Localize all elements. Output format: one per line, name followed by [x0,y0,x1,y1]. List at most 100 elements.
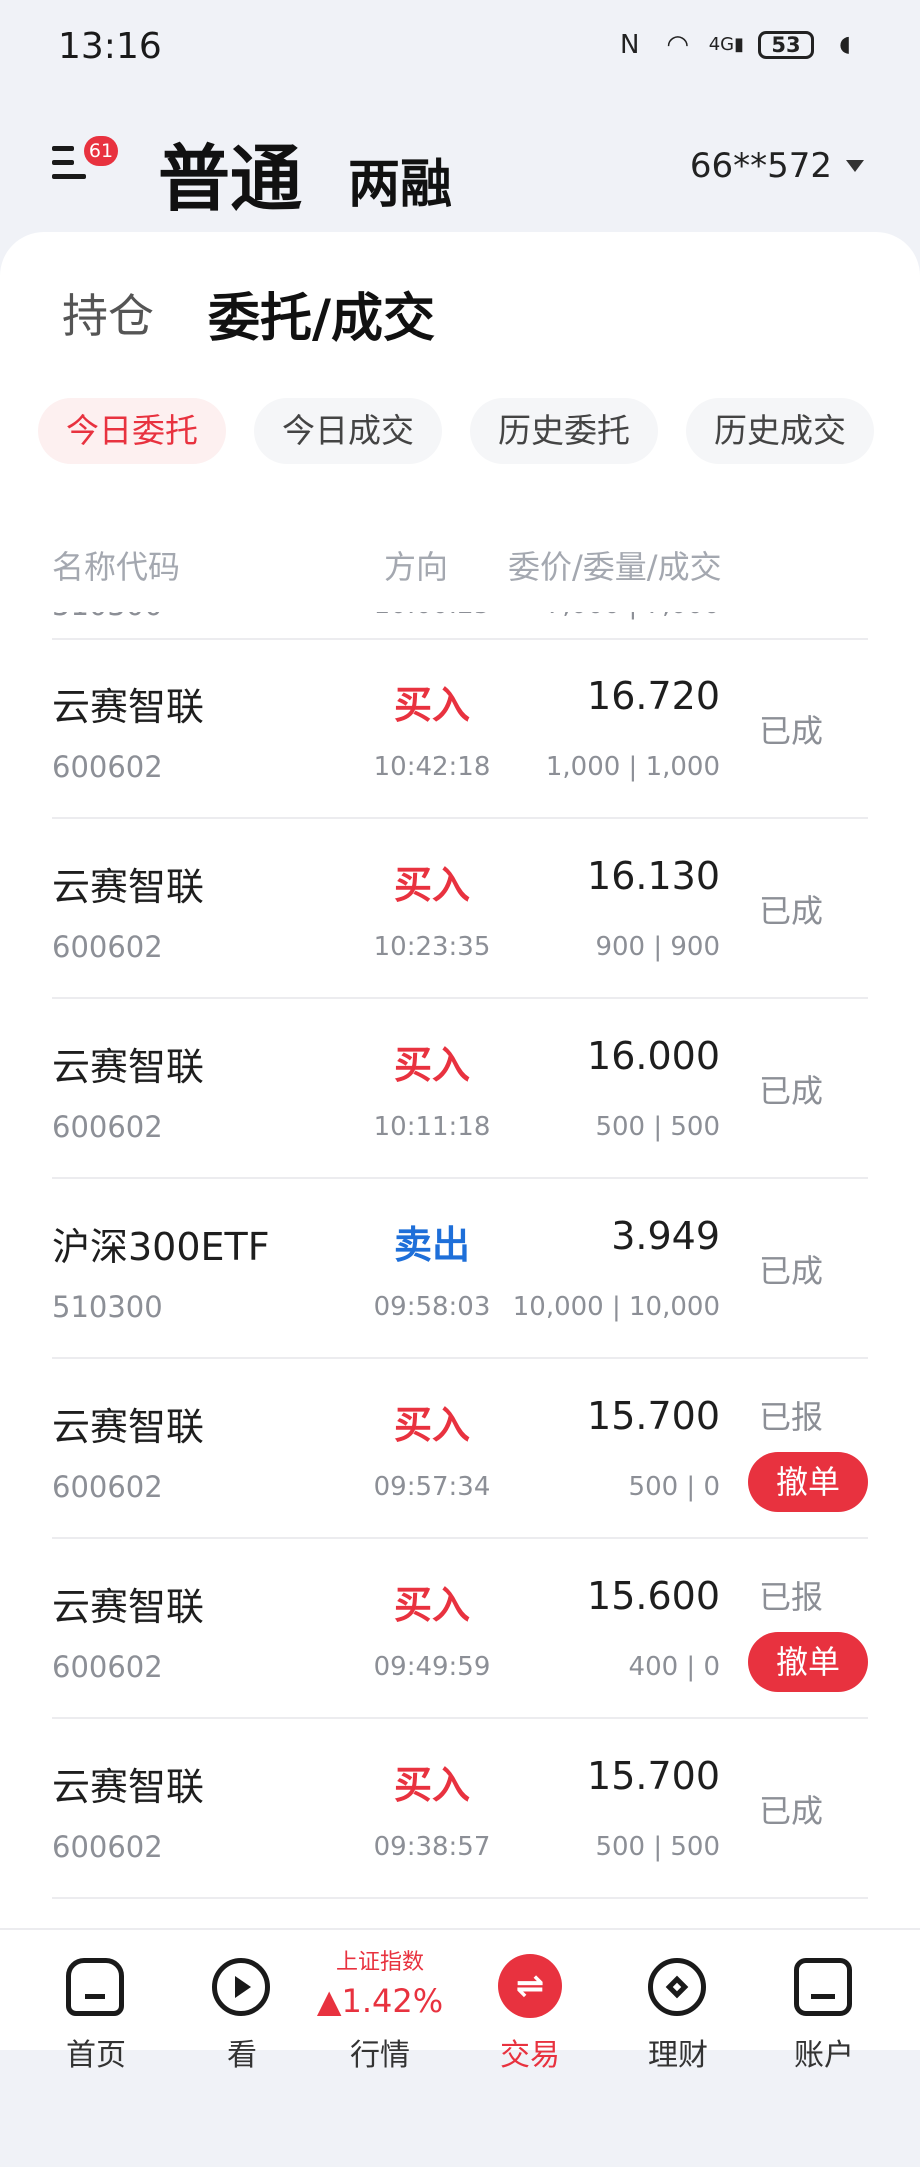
order-price: 15.700 [587,1394,720,1438]
order-time: 09:58:03 [373,1292,491,1322]
stock-name: 云赛智联 [52,1405,205,1449]
menu-button[interactable]: 61 [52,136,122,200]
nav-account[interactable]: 账户 [764,1930,884,2073]
order-time: 10:42:18 [373,752,491,782]
order-price: 16.000 [587,1034,720,1078]
list-item[interactable]: 云赛智联 600602 买入 10:23:35 16.130 900 | 900… [52,818,868,999]
order-status: 已成 [758,712,823,750]
nfc-icon: N [619,30,640,60]
status-icons: N ◠ 4G▮ 53 ◖ [613,28,862,62]
nav-finance-label: 理财 [648,2038,708,2073]
notification-badge: 61 [84,136,118,166]
network-label: 4G [708,34,735,55]
diamond-icon [648,1958,706,2016]
order-direction: 买入 [393,1763,470,1807]
order-direction: 卖出 [393,1223,470,1267]
nav-trade-label: 交易 [500,2038,560,2073]
order-direction: 买入 [393,1403,470,1447]
top-header: 61 普通 两融 66**572 [0,100,920,230]
col-detail: 委价/委量/成交 [508,548,722,586]
col-name: 名称代码 [52,548,181,586]
order-status: 已成 [758,892,823,930]
status-time: 13:16 [58,26,162,67]
order-time: 09:38:57 [373,1832,491,1862]
chip-history-trades[interactable]: 历史成交 [686,398,874,464]
tab-orders[interactable]: 委托/成交 [208,276,435,351]
stock-code: 600602 [52,1830,163,1864]
order-status: 已报 [758,1398,823,1436]
order-direction: 买入 [393,683,470,727]
chip-today-orders[interactable]: 今日委托 [38,398,226,464]
nav-market[interactable]: 上证指数 ▲1.42% 行情 [310,1944,450,2073]
caret-down-icon [846,160,864,172]
list-item[interactable]: 云赛智联 600602 买入 09:38:57 15.700 500 | 500… [52,1718,868,1899]
order-time: 10:00:25 [352,612,512,620]
order-status: 已成 [758,1252,823,1290]
list-item[interactable]: 云赛智联 600602 买入 10:42:18 16.720 1,000 | 1… [52,638,868,819]
col-direction: 方向 [384,548,449,586]
nav-finance[interactable]: 理财 [618,1930,738,2073]
order-quantity: 500 | 0 [628,1472,720,1502]
order-price: 15.600 [587,1574,720,1618]
stock-name: 云赛智联 [52,1045,205,1089]
order-direction: 买入 [393,863,470,907]
nav-account-label: 账户 [794,2038,854,2073]
tab-normal[interactable]: 普通 [158,120,302,225]
order-filter-chips: 今日委托 今日成交 历史委托 历史成交 [0,398,920,468]
account-icon [794,1958,852,2016]
signal-icon: 4G▮ [708,34,744,55]
nav-home[interactable]: 首页 [36,1930,156,2073]
cancel-order-button[interactable]: 撤单 [748,1632,868,1692]
order-time: 10:11:18 [373,1112,491,1142]
order-quantity: 7,000 | 7,000 [546,612,720,620]
main-card: 持仓 委托/成交 今日委托 今日成交 历史委托 历史成交 名称代码 方向 委价/… [0,232,920,1932]
order-direction: 买入 [393,1043,470,1087]
account-selector[interactable]: 66**572 [690,146,864,186]
order-price: 16.720 [587,674,720,718]
battery-icon: 53 [758,31,814,59]
nav-watch[interactable]: 看 [182,1930,302,2073]
order-time: 09:57:34 [373,1472,491,1502]
tab-margin[interactable]: 两融 [348,142,452,217]
stock-code: 600602 [52,1110,163,1144]
home-icon [66,1958,124,2016]
order-status: 已成 [758,1072,823,1110]
order-quantity: 500 | 500 [595,1832,720,1862]
stock-code: 600602 [52,1650,163,1684]
nav-trade[interactable]: ⇌ 交易 [470,1930,590,2073]
order-status: 已成 [758,1792,823,1830]
order-quantity: 900 | 900 [595,932,720,962]
list-item[interactable]: 沪深300ETF 510300 卖出 09:58:03 3.949 10,000… [52,1178,868,1359]
list-item[interactable]: 云赛智联 600602 买入 10:11:18 16.000 500 | 500… [52,998,868,1179]
nav-home-label: 首页 [66,2038,126,2073]
stock-name: 云赛智联 [52,1585,205,1629]
column-header: 名称代码 方向 委价/委量/成交 [0,542,920,592]
order-price: 15.700 [587,1754,720,1798]
chip-history-orders[interactable]: 历史委托 [470,398,658,464]
list-item[interactable]: 云赛智联 600602 买入 09:57:34 15.700 500 | 0 已… [52,1358,868,1539]
index-change: ▲1.42% [316,1982,444,2020]
list-item[interactable]: 云赛智联 600602 买入 09:49:59 15.600 400 | 0 已… [52,1538,868,1719]
stock-name: 云赛智联 [52,685,205,729]
stock-code: 510300 [52,1290,163,1324]
menu-icon [52,140,86,184]
status-bar: 13:16 N ◠ 4G▮ 53 ◖ [0,0,920,100]
order-time: 09:49:59 [373,1652,491,1682]
stock-name: 云赛智联 [52,865,205,909]
stock-code: 600602 [52,1470,163,1504]
order-price: 16.130 [587,854,720,898]
cancel-order-button[interactable]: 撤单 [748,1452,868,1512]
order-time: 10:23:35 [373,932,491,962]
list-item[interactable]: 510300 10:00:25 7,000 | 7,000 [52,612,868,640]
order-quantity: 400 | 0 [628,1652,720,1682]
leaf-icon: ◖ [839,32,851,57]
stock-code: 600602 [52,750,163,784]
stock-code: 510300 [52,612,163,622]
tab-holdings[interactable]: 持仓 [62,280,154,346]
index-name: 上证指数 [335,1950,424,1975]
exchange-icon: ⇌ [498,1954,562,2018]
order-quantity: 500 | 500 [595,1112,720,1142]
stock-name: 云赛智联 [52,1765,205,1809]
chip-today-trades[interactable]: 今日成交 [254,398,442,464]
stock-name: 沪深300ETF [52,1225,270,1269]
